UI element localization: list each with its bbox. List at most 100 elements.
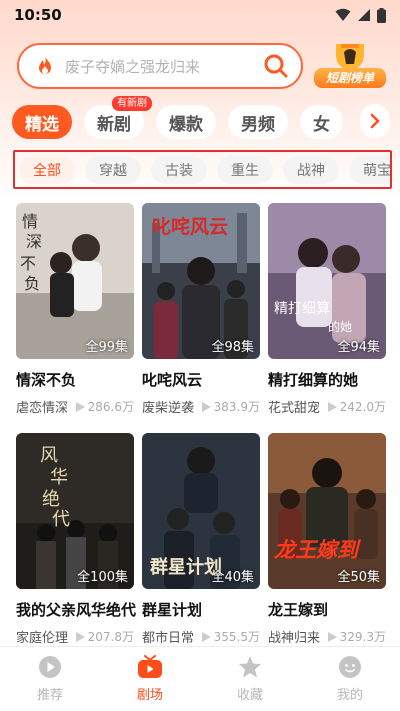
view-count: 286.6万 (75, 398, 134, 415)
view-count: 355.5万 (201, 628, 260, 645)
nav-recommend[interactable]: 推荐 (10, 655, 90, 703)
drama-card[interactable]: 叱咤风云 全98集 叱咤风云 废柴逆袭 383.9万 (142, 203, 260, 416)
tab-label: 新剧 (97, 114, 131, 135)
svg-text:叱咤风云: 叱咤风云 (152, 215, 228, 238)
play-count-icon (201, 401, 211, 412)
play-circle-icon (39, 656, 61, 678)
drama-genre: 家庭伦理 (16, 631, 69, 646)
search-placeholder: 废子夺嫡之强龙归来 (65, 57, 201, 76)
play-count-icon (75, 401, 85, 412)
tab-label: 爆款 (169, 114, 203, 135)
drama-cover: 精打细算 的她 全94集 (268, 203, 386, 359)
episode-count: 全99集 (85, 340, 128, 355)
drama-meta: 都市日常 355.5万 (142, 627, 260, 646)
view-count: 383.9万 (201, 398, 260, 415)
svg-text:情: 情 (22, 212, 38, 231)
view-count: 207.8万 (75, 628, 134, 645)
view-count-value: 242.0万 (339, 400, 386, 414)
drama-title: 群星计划 (142, 601, 203, 619)
drama-title: 情深不负 (16, 371, 77, 389)
chevron-right-icon (370, 113, 380, 129)
new-badge: 有新剧 (112, 96, 152, 111)
episode-count: 全40集 (211, 570, 254, 585)
search-icon[interactable] (263, 53, 289, 79)
tabs-more-button[interactable] (360, 104, 390, 138)
drama-meta: 花式甜宠 242.0万 (268, 397, 386, 416)
drama-meta: 战神归来 329.3万 (268, 627, 386, 646)
svg-text:风: 风 (40, 445, 58, 466)
search-bar[interactable]: 废子夺嫡之强龙归来 (17, 43, 303, 89)
svg-text:绝: 绝 (42, 489, 60, 510)
play-count-icon (327, 401, 337, 412)
episode-count: 全100集 (77, 570, 128, 585)
nav-favorites[interactable]: 收藏 (210, 655, 290, 703)
view-count: 242.0万 (327, 398, 386, 415)
nav-profile[interactable]: 我的 (310, 655, 390, 703)
svg-text:负: 负 (24, 274, 40, 293)
tab-label: 女 (313, 114, 330, 135)
ranking-label: 短剧榜单 (314, 68, 386, 88)
drama-cover: 风 华 绝 代 全100集 (16, 433, 134, 589)
drama-meta: 虐恋情深 286.6万 (16, 397, 134, 416)
drama-title: 叱咤风云 (142, 371, 203, 389)
svg-text:代: 代 (52, 509, 70, 530)
status-time: 10:50 (14, 6, 62, 24)
play-count-icon (201, 631, 211, 642)
tab-hits[interactable]: 爆款 (156, 105, 216, 139)
drama-meta: 废柴逆袭 383.9万 (142, 397, 260, 416)
filter-rebirth[interactable]: 重生 (217, 155, 273, 184)
drama-meta: 家庭伦理 207.8万 (16, 627, 134, 646)
tab-new[interactable]: 新剧 有新剧 (84, 96, 152, 139)
genre-filter-bar: 全部 穿越 古装 重生 战神 萌宝 (13, 150, 392, 189)
drama-title: 精打细算的她 (268, 371, 359, 389)
drama-cover: 叱咤风云 全98集 (142, 203, 260, 359)
filter-war-god[interactable]: 战神 (283, 155, 339, 184)
drama-card[interactable]: 群星计划 全40集 群星计划 都市日常 355.5万 (142, 433, 260, 646)
drama-card[interactable]: 风 华 绝 代 全100集 我的父亲风华绝代 家庭伦理 207.8万 (16, 433, 136, 646)
drama-card[interactable]: 龙王嫁到 全50集 龙王嫁到 战神归来 329.3万 (268, 433, 386, 646)
battery-icon (377, 7, 386, 23)
view-count-value: 286.6万 (87, 400, 134, 414)
episode-count: 全98集 (211, 340, 254, 355)
signal-icon (358, 9, 370, 21)
tab-label: 男频 (241, 114, 275, 135)
svg-text:不: 不 (20, 254, 36, 273)
nav-label: 剧场 (136, 688, 163, 703)
tab-male[interactable]: 男频 (228, 105, 288, 139)
drama-card[interactable]: 情 深 不 负 全99集 情深不负 虐恋情深 286.6万 (16, 203, 134, 416)
tab-label: 精选 (25, 114, 59, 135)
fire-icon (39, 56, 51, 74)
filter-cute-baby[interactable]: 萌宝 (349, 155, 390, 184)
drama-genre: 虐恋情深 (16, 401, 69, 416)
episode-count: 全94集 (337, 340, 380, 355)
star-icon (239, 656, 261, 678)
drama-cover: 龙王嫁到 全50集 (268, 433, 386, 589)
status-icons (335, 7, 386, 23)
tab-female[interactable]: 女 (300, 105, 343, 139)
drama-cover: 情 深 不 负 全99集 (16, 203, 134, 359)
bottom-nav: 推荐 剧场 收藏 我的 (0, 646, 400, 711)
play-count-icon (75, 631, 85, 642)
episode-count: 全50集 (337, 570, 380, 585)
status-bar: 10:50 (0, 0, 400, 30)
ranking-button[interactable]: 短剧榜单 (314, 42, 386, 90)
filter-all[interactable]: 全部 (19, 155, 75, 184)
svg-text:深: 深 (26, 232, 42, 251)
view-count-value: 355.5万 (213, 630, 260, 644)
svg-text:华: 华 (50, 467, 68, 488)
drama-cover: 群星计划 全40集 (142, 433, 260, 589)
drama-title: 龙王嫁到 (268, 601, 329, 619)
view-count: 329.3万 (327, 628, 386, 645)
view-count-value: 383.9万 (213, 400, 260, 414)
drama-genre: 战神归来 (268, 631, 321, 646)
filter-time-travel[interactable]: 穿越 (85, 155, 141, 184)
drama-genre: 花式甜宠 (268, 401, 321, 416)
nav-theater[interactable]: 剧场 (110, 655, 190, 703)
drama-card[interactable]: 精打细算 的她 全94集 精打细算的她 花式甜宠 242.0万 (268, 203, 386, 416)
drama-genre: 废柴逆袭 (142, 401, 195, 416)
nav-label: 推荐 (36, 688, 63, 703)
filter-costume[interactable]: 古装 (151, 155, 207, 184)
tab-selected[interactable]: 精选 (12, 105, 72, 139)
view-count-value: 329.3万 (339, 630, 386, 644)
svg-text:精打细算: 精打细算 (274, 300, 330, 317)
